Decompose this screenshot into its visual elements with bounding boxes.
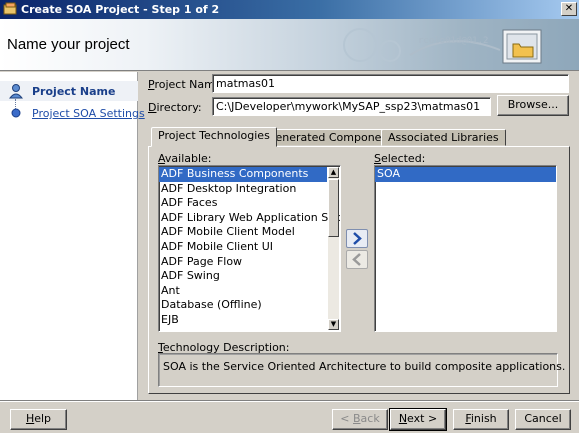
available-list-item[interactable]: ADF Swing	[159, 269, 327, 284]
selected-list-item[interactable]: SOA	[375, 167, 556, 182]
finish-button[interactable]: Finish	[453, 409, 509, 430]
selected-list[interactable]: SOA	[374, 165, 557, 332]
available-list-item[interactable]: Ant	[159, 284, 327, 299]
help-label: Help	[25, 412, 52, 425]
help-button[interactable]: Help	[10, 409, 67, 430]
available-label: Available:	[158, 152, 212, 165]
step-dot-icon	[11, 108, 21, 118]
available-rows: ADF Business Components ADF Desktop Integ…	[159, 166, 340, 328]
available-scrollbar[interactable]: ▲ ▼	[328, 167, 339, 330]
available-list-item[interactable]: Database (Offline)	[159, 298, 327, 313]
tab-associated-libraries[interactable]: Associated Libraries	[381, 129, 506, 146]
available-list-item[interactable]: ADF Business Components	[159, 167, 327, 182]
nav-item-project-soa-settings[interactable]: Project SOA Settings	[0, 103, 145, 123]
browse-button[interactable]: Browse...	[497, 95, 569, 116]
scroll-down-button[interactable]: ▼	[328, 319, 339, 330]
directory-label: Directory:	[148, 101, 202, 114]
arrow-down-icon: ▼	[330, 320, 337, 328]
back-button[interactable]: < Back	[332, 409, 388, 430]
available-list-item[interactable]: ADF Mobile Client Model	[159, 225, 327, 240]
cancel-label: Cancel	[524, 412, 562, 425]
header-banner: Name your project rcolo01d@01.2	[0, 19, 579, 71]
move-right-button[interactable]	[346, 229, 368, 248]
person-step-icon	[8, 84, 24, 99]
arrow-left-icon	[352, 253, 361, 266]
footer-separator	[0, 400, 579, 402]
svg-text:rcolo01d@01.2: rcolo01d@01.2	[418, 36, 488, 46]
finish-label: Finish	[465, 412, 497, 425]
available-list-item[interactable]: ADF Page Flow	[159, 255, 327, 270]
technology-description-text: SOA is the Service Oriented Architecture…	[158, 353, 565, 387]
cancel-button[interactable]: Cancel	[515, 409, 571, 430]
close-button[interactable]: ✕	[561, 2, 577, 16]
window-title: Create SOA Project - Step 1 of 2	[21, 3, 220, 16]
available-list-item[interactable]: EJB	[159, 313, 327, 328]
wizard-steps-nav: Project Name Project SOA Settings	[0, 72, 145, 400]
back-label: < Back	[340, 412, 380, 425]
available-list-item[interactable]: ADF Faces	[159, 196, 327, 211]
directory-field[interactable]: C:\JDeveloper\mywork\MySAP_ssp23\matmas0…	[212, 97, 491, 116]
scroll-thumb[interactable]	[328, 179, 339, 237]
title-bar[interactable]: Create SOA Project - Step 1 of 2 ✕	[0, 0, 579, 19]
create-soa-project-dialog: Create SOA Project - Step 1 of 2 ✕ Name …	[0, 0, 579, 433]
available-list-item[interactable]: ADF Library Web Application Support	[159, 211, 340, 226]
jdeveloper-app-icon	[3, 2, 17, 15]
nav-item-label: Project SOA Settings	[32, 107, 145, 120]
available-list[interactable]: ADF Business Components ADF Desktop Integ…	[158, 165, 341, 332]
nav-item-label: Project Name	[32, 85, 116, 98]
scroll-up-button[interactable]: ▲	[328, 167, 339, 178]
selected-label: Selected:	[374, 152, 426, 165]
nav-item-project-name[interactable]: Project Name	[0, 81, 138, 101]
project-folder-icon	[502, 29, 542, 64]
move-left-button[interactable]	[346, 250, 368, 269]
selected-rows: SOA	[375, 166, 556, 182]
tab-project-technologies[interactable]: Project Technologies	[151, 127, 277, 147]
available-list-item[interactable]: ADF Mobile Client UI	[159, 240, 327, 255]
next-label: Next >	[398, 412, 438, 425]
project-name-field[interactable]: matmas01	[212, 74, 569, 93]
close-icon: ✕	[564, 3, 574, 14]
available-list-item[interactable]: ADF Desktop Integration	[159, 182, 327, 197]
next-button[interactable]: Next >	[389, 408, 447, 431]
arrow-up-icon: ▲	[330, 168, 337, 176]
page-heading: Name your project	[7, 36, 130, 53]
arrow-right-icon	[353, 232, 362, 245]
